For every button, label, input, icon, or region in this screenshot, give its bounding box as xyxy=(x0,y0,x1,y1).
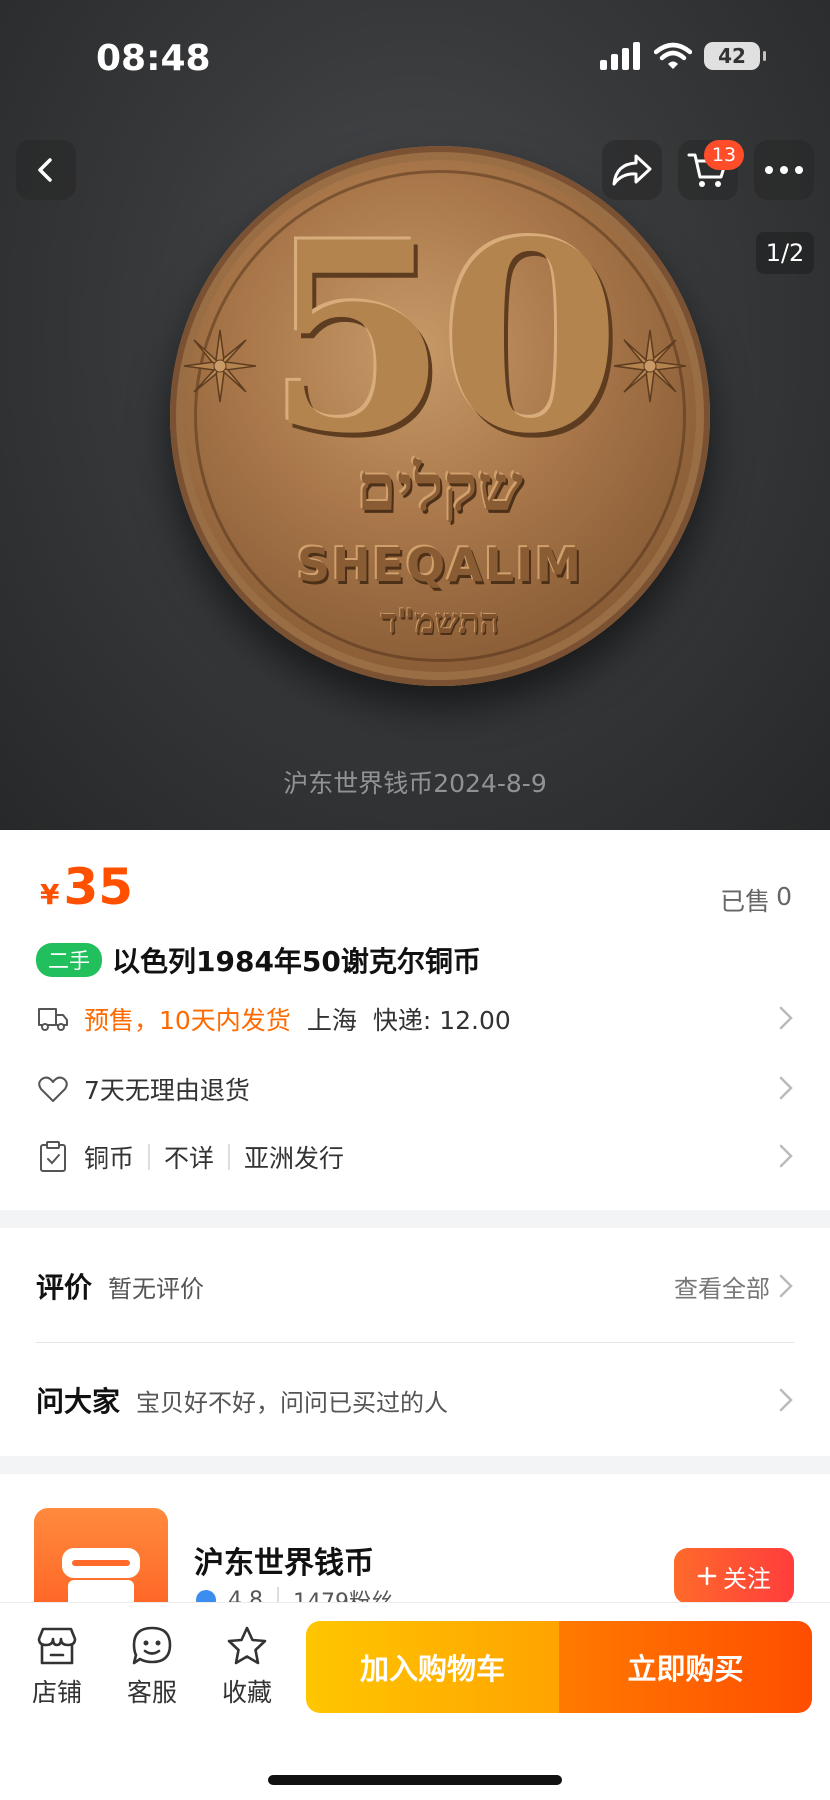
product-info-card: ¥ 35 已售 0 二手 以色列1984年50谢克尔铜币 预售，10天内发货 上… xyxy=(0,830,830,1210)
reviews-row[interactable]: 评价 暂无评价 查看全部 xyxy=(36,1266,794,1306)
service-tab[interactable]: 客服 xyxy=(117,1625,187,1709)
bottom-action-bar: 店铺 客服 收藏 加入购物车 立即购买 xyxy=(0,1602,830,1800)
favorite-tab[interactable]: 收藏 xyxy=(212,1625,282,1709)
wifi-icon xyxy=(654,42,692,69)
returns-row[interactable]: 7天无理由退货 xyxy=(36,1066,794,1112)
more-icon xyxy=(765,166,803,174)
price-value: 35 xyxy=(63,858,134,916)
ask-everyone-row[interactable]: 问大家 宝贝好不好，问问已买过的人 xyxy=(36,1380,794,1420)
coin-year-text: התשמ"ד xyxy=(380,602,500,642)
chevron-right-icon xyxy=(779,1388,793,1412)
attributes-row[interactable]: 铜币 不详 亚洲发行 xyxy=(36,1134,794,1180)
follow-button[interactable]: 关注 xyxy=(674,1548,794,1604)
product-detail-screen: 50 שקלים SHEQALIM התשמ"ד 沪东世界钱币2024-8-9 … xyxy=(0,0,830,1800)
qa-chevron xyxy=(778,1386,794,1414)
coin-photo: 50 שקלים SHEQALIM התשמ"ד xyxy=(170,146,710,686)
share-button[interactable] xyxy=(602,140,662,200)
cart-button[interactable]: 13 xyxy=(678,140,744,200)
signal-icon xyxy=(600,42,640,70)
presale-text: 预售，10天内发货 xyxy=(84,1006,291,1035)
sold-count: 已售 0 xyxy=(720,882,792,918)
coin-currency-word: SHEQALIM xyxy=(297,538,583,592)
section-divider xyxy=(0,1210,830,1228)
returns-text: 7天无理由退货 xyxy=(84,1076,250,1105)
currency-symbol: ¥ xyxy=(40,878,60,911)
star-icon xyxy=(227,1626,267,1665)
heart-shield-icon xyxy=(36,1072,70,1106)
image-page-indicator: 1/2 xyxy=(756,232,814,274)
separator xyxy=(148,1144,151,1170)
reviews-title: 评价 xyxy=(36,1271,93,1304)
service-tab-label: 客服 xyxy=(126,1678,177,1707)
favorite-tab-label: 收藏 xyxy=(221,1678,272,1707)
back-icon xyxy=(38,158,52,182)
chevron-right-icon xyxy=(779,1006,793,1030)
follow-label: 关注 xyxy=(723,1564,771,1593)
reviews-section: 评价 暂无评价 查看全部 问大家 宝贝好不好，问问已买过的人 xyxy=(0,1228,830,1456)
chevron-right-icon xyxy=(779,1274,793,1298)
ship-location: 上海 xyxy=(306,1006,357,1035)
separator xyxy=(228,1144,231,1170)
buy-now-button[interactable]: 立即购买 xyxy=(559,1621,812,1713)
customer-service-icon xyxy=(132,1626,172,1665)
image-watermark: 沪东世界钱币2024-8-9 xyxy=(283,769,547,798)
status-icons: 42 xyxy=(600,42,766,70)
shipping-row[interactable]: 预售，10天内发货 上海 快递: 12.00 xyxy=(36,996,794,1042)
share-icon xyxy=(612,154,652,186)
home-indicator xyxy=(268,1775,562,1785)
attribute-material: 铜币 xyxy=(84,1144,135,1173)
view-all-link[interactable]: 查看全部 xyxy=(674,1269,794,1304)
store-icon xyxy=(37,1627,77,1665)
product-title-row: 二手 以色列1984年50谢克尔铜币 xyxy=(36,940,481,980)
shop-card[interactable]: 沪东世界钱币 4.8 1479粉丝 关注 xyxy=(0,1474,830,1642)
qa-title: 问大家 xyxy=(36,1385,121,1418)
truck-icon xyxy=(36,1002,70,1036)
attribute-year: 不详 xyxy=(164,1144,215,1173)
add-to-cart-button[interactable]: 加入购物车 xyxy=(306,1621,559,1713)
row-divider xyxy=(36,1342,794,1343)
shop-tab[interactable]: 店铺 xyxy=(22,1625,92,1709)
plus-icon xyxy=(697,1566,717,1586)
product-title: 以色列1984年50谢克尔铜币 xyxy=(112,945,481,978)
status-time: 08:48 xyxy=(96,38,211,79)
reviews-subtitle: 暂无评价 xyxy=(108,1274,205,1303)
sold-number: 0 xyxy=(776,882,792,911)
section-divider xyxy=(0,1456,830,1474)
more-button[interactable] xyxy=(754,140,814,200)
sold-label: 已售 xyxy=(720,887,771,916)
qa-subtitle: 宝贝好不好，问问已买过的人 xyxy=(136,1388,449,1417)
attribute-region: 亚洲发行 xyxy=(244,1144,345,1173)
chevron-right-icon xyxy=(779,1144,793,1168)
secondhand-tag: 二手 xyxy=(36,943,102,977)
cart-count-badge: 13 xyxy=(704,140,744,170)
delivery-fee: 快递: 12.00 xyxy=(372,1006,511,1035)
clipboard-icon xyxy=(36,1140,70,1174)
chevron-right-icon xyxy=(779,1076,793,1100)
back-button[interactable] xyxy=(16,140,76,200)
price: ¥ 35 xyxy=(40,858,133,916)
shop-name: 沪东世界钱币 xyxy=(194,1546,374,1581)
coin-denomination: 50 xyxy=(267,186,621,491)
shop-tab-label: 店铺 xyxy=(31,1678,82,1707)
product-image-gallery[interactable]: 50 שקלים SHEQALIM התשמ"ד 沪东世界钱币2024-8-9 xyxy=(0,0,830,830)
battery-icon: 42 xyxy=(704,42,766,70)
coin-hebrew-text: שקלים xyxy=(356,451,524,526)
view-all-label: 查看全部 xyxy=(674,1274,770,1303)
